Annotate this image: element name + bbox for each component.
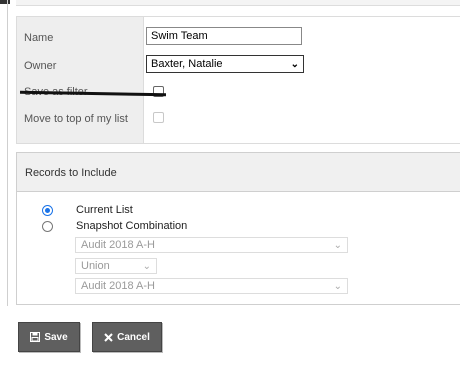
snapshot-b-select: Audit 2018 A-H ⌄ [75,278,348,294]
snapshot-b-value: Audit 2018 A-H [81,280,155,292]
name-input[interactable] [146,27,302,45]
top-panel-edge [16,0,460,6]
operator-select: Union ⌄ [75,258,157,274]
cancel-button-label: Cancel [117,331,150,343]
chevron-down-icon: ⌄ [333,239,342,251]
owner-select-value: Baxter, Natalie [151,58,223,70]
snapshot-combination-radio[interactable] [42,221,53,232]
snapshot-a-select: Audit 2018 A-H ⌄ [75,237,348,253]
x-icon [104,332,113,342]
current-list-label: Current List [76,204,133,216]
snapshot-a-value: Audit 2018 A-H [81,239,155,251]
cancel-button[interactable]: Cancel [92,322,162,352]
owner-label: Owner [24,60,57,72]
operator-value: Union [81,260,110,272]
records-header: Records to Include [17,153,460,192]
top-edge-mark [0,0,10,4]
left-divider [7,0,8,306]
chevron-down-icon: ⌄ [333,280,342,292]
move-to-top-label: Move to top of my list [24,113,128,125]
move-to-top-checkbox [153,112,164,123]
name-label: Name [24,32,54,44]
floppy-disk-icon [30,332,41,342]
chevron-down-icon: ⌄ [142,260,151,272]
snapshot-combination-label: Snapshot Combination [76,220,188,232]
owner-select[interactable]: Baxter, Natalie ⌄ [146,55,304,73]
records-title: Records to Include [25,167,117,179]
current-list-radio[interactable] [42,205,53,216]
save-button-label: Save [44,331,68,343]
chevron-down-icon: ⌄ [290,58,299,70]
save-button[interactable]: Save [18,322,80,352]
